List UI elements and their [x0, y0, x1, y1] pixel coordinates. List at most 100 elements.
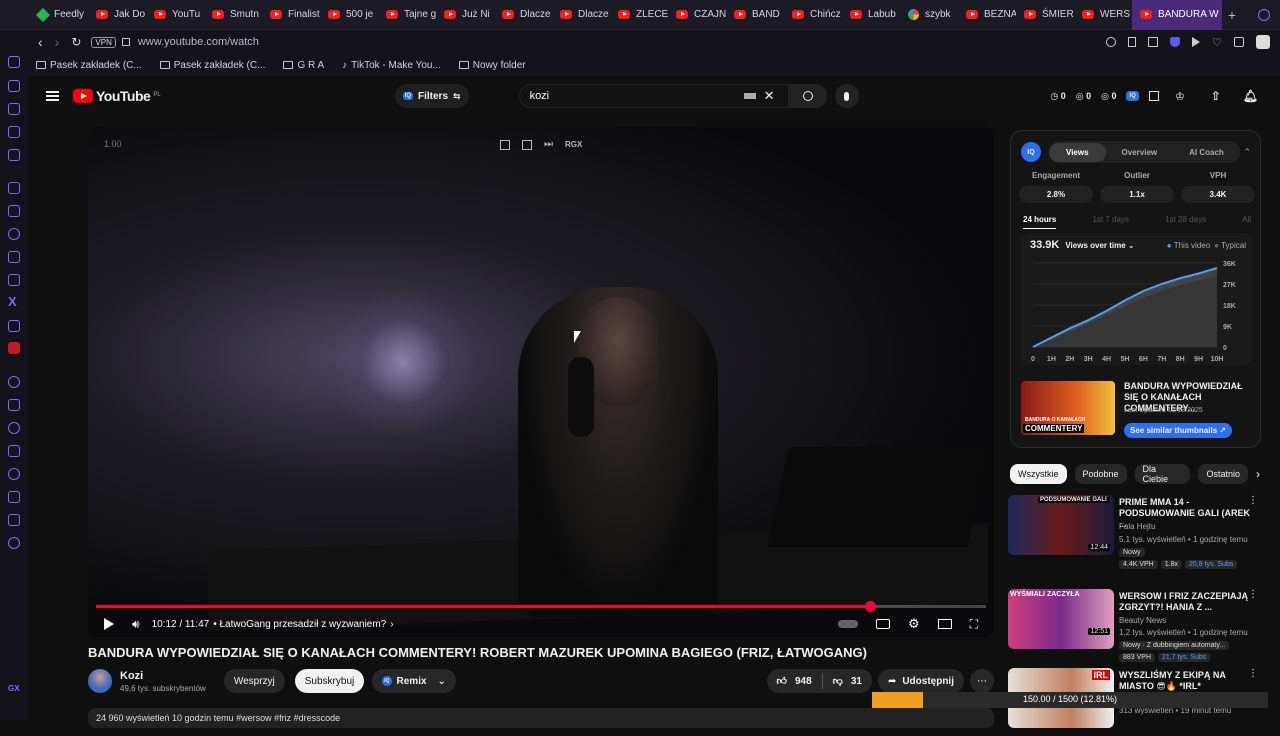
youtube-logo[interactable]: YouTube PL — [73, 88, 161, 104]
tab-6[interactable]: Tajne g — [378, 0, 436, 30]
chip-recent[interactable]: Ostatnio — [1198, 464, 1248, 484]
tabs-icon[interactable] — [8, 445, 20, 457]
recommendation-thumbnail[interactable]: PODSUMOWANIE GALI 12:44 — [1008, 495, 1114, 555]
skip-icon[interactable]: ⏭ — [544, 139, 553, 150]
share-button[interactable]: ➦ Udostępnij — [877, 669, 964, 693]
recommendation-channel[interactable]: Beauty News — [1119, 616, 1166, 625]
dislike-button[interactable]: 👎︎ 31 — [823, 675, 872, 688]
sidebar-icon[interactable] — [8, 56, 20, 68]
profile-icon[interactable] — [1256, 35, 1270, 49]
extensions-icon[interactable] — [1234, 37, 1244, 47]
sidebar-icon[interactable] — [8, 376, 20, 388]
tab-14[interactable]: Labub — [842, 0, 900, 30]
bookmark-3[interactable]: G R A — [283, 60, 324, 71]
chip-similar[interactable]: Podobne — [1074, 464, 1127, 484]
tab-8[interactable]: Dlacze — [494, 0, 552, 30]
voice-search-button[interactable] — [834, 84, 859, 108]
popout-icon[interactable] — [500, 139, 510, 150]
recommendation-thumbnail[interactable]: WYŚMIALI ZACZYŁA 12:51 — [1008, 589, 1114, 649]
support-button[interactable]: Wesprzyj — [223, 669, 285, 693]
clear-icon[interactable]: ✕ — [764, 88, 775, 104]
search-button[interactable] — [788, 84, 827, 108]
search-input[interactable] — [529, 90, 740, 102]
vidiq-tab-views[interactable]: Views — [1049, 142, 1106, 162]
gx-icon[interactable]: GX — [8, 684, 20, 693]
tab-0[interactable]: Feedly — [30, 0, 88, 30]
chevron-right-icon[interactable]: › — [1256, 467, 1260, 481]
back-icon[interactable]: ‹ — [38, 34, 43, 50]
more-icon[interactable]: ⋮ — [1248, 495, 1258, 506]
bookmark-1[interactable]: Pasek zakładek (C... — [36, 60, 142, 71]
channel-name[interactable]: Kozi — [120, 670, 206, 682]
messenger-icon[interactable] — [8, 228, 20, 240]
tab-16[interactable]: BEZNA — [958, 0, 1016, 30]
twitch-icon[interactable] — [8, 205, 20, 217]
tab-18[interactable]: WERS — [1074, 0, 1132, 30]
search-box[interactable]: ✕ — [518, 84, 789, 108]
vidiq-icon[interactable]: IQ — [1126, 91, 1139, 101]
trophy-icon[interactable]: ♔ — [1175, 90, 1185, 103]
send-icon[interactable] — [8, 399, 20, 411]
like-button[interactable]: 👍︎ 948 — [767, 675, 822, 688]
rgx-button[interactable]: RGX — [565, 140, 582, 149]
history-icon[interactable] — [8, 468, 20, 480]
bookmark-2[interactable]: Pasek zakładek (C... — [159, 60, 265, 71]
settings-icon[interactable] — [8, 537, 20, 549]
play-icon[interactable] — [104, 618, 114, 630]
views-dropdown[interactable]: Views over time ⌄ — [1065, 241, 1134, 250]
settings-icon[interactable]: ⚙ — [908, 616, 920, 632]
tab-7[interactable]: Już Ni — [436, 0, 494, 30]
more-icon[interactable]: ⋮ — [1248, 668, 1258, 679]
telegram-icon[interactable] — [8, 251, 20, 263]
screenshot-icon[interactable] — [1148, 37, 1159, 47]
recommendation-title[interactable]: WYSZLIŚMY Z EKIPĄ NA MIASTO 😎🔥 *IRL* — [1119, 670, 1259, 692]
sidebar-icon[interactable] — [8, 103, 20, 115]
more-icon[interactable]: ⋮ — [1248, 589, 1258, 600]
shield-icon[interactable] — [1170, 37, 1181, 47]
bookmark-4[interactable]: ♪ TikTok - Make You... — [342, 60, 441, 71]
recommendation-channel[interactable]: Fala Hejtu — [1119, 522, 1155, 531]
new-tab-button[interactable]: + — [1222, 7, 1242, 23]
ublock-icon[interactable] — [8, 342, 20, 354]
chip-all[interactable]: Wszystkie — [1010, 464, 1067, 484]
range-24h[interactable]: 24 hours — [1023, 215, 1057, 229]
filters-button[interactable]: IQ Filters ⇆ — [394, 84, 469, 108]
range-all[interactable]: All — [1242, 215, 1251, 229]
tab-10[interactable]: ZLECE — [610, 0, 668, 30]
more-actions-button[interactable]: ⋯ — [970, 669, 994, 693]
upload-icon[interactable]: ⇧ — [1211, 89, 1221, 103]
tab-17[interactable]: ŚMIER — [1016, 0, 1074, 30]
sidebar-icon[interactable] — [8, 80, 20, 92]
tab-12[interactable]: BAND — [726, 0, 784, 30]
recommendation-title[interactable]: WERSOW I FRIZ ZACZEPIAJĄ ZGRZYT?! HANIA … — [1119, 591, 1259, 613]
tab-1[interactable]: Jak Do — [88, 0, 146, 30]
subtitles-icon[interactable] — [875, 619, 890, 629]
discord-icon[interactable] — [8, 320, 20, 332]
chip-for-you[interactable]: Dla Ciebie — [1134, 464, 1191, 484]
tab-11[interactable]: CZAJN — [668, 0, 726, 30]
tab-active[interactable]: BANDURA W — [1132, 0, 1222, 30]
bell-icon[interactable]: 🔔︎ — [1243, 89, 1258, 103]
tab-9[interactable]: Dlacze — [552, 0, 610, 30]
thumbnail-image[interactable]: BANDURA O KANAŁACH COMMENTERY — [1021, 381, 1115, 435]
forward-icon[interactable]: › — [55, 34, 60, 50]
remix-button[interactable]: IQ Remix ⌄ — [372, 669, 456, 693]
tab-5[interactable]: 500 je — [320, 0, 378, 30]
reload-icon[interactable]: ↻ — [71, 35, 81, 49]
recommendation-item[interactable]: WYŚMIALI ZACZYŁA 12:51 WERSOW I FRIZ ZAC… — [1008, 589, 1268, 662]
recommendation-item[interactable]: PODSUMOWANIE GALI 12:44 PRIME MMA 14 - P… — [1008, 495, 1268, 569]
instagram-icon[interactable] — [8, 274, 20, 286]
heart-icon[interactable]: ♡ — [1212, 36, 1222, 49]
tab-15[interactable]: szybk — [900, 0, 958, 30]
collapse-icon[interactable]: ⌃ — [1243, 147, 1251, 158]
tab-2[interactable]: YouTu — [146, 0, 204, 30]
tab-3[interactable]: Smutn — [204, 0, 262, 30]
chevron-right-icon[interactable]: › — [390, 619, 393, 630]
heart-icon[interactable] — [8, 422, 20, 434]
similar-thumbnails-button[interactable]: See similar thumbnails ↗ — [1124, 423, 1233, 438]
menu-icon[interactable] — [46, 91, 59, 101]
range-7d[interactable]: 1st 7 days — [1092, 215, 1128, 229]
x-icon[interactable]: X — [8, 294, 17, 309]
play-icon[interactable] — [1192, 37, 1201, 47]
fullscreen-icon[interactable]: ⛶ — [970, 617, 978, 632]
